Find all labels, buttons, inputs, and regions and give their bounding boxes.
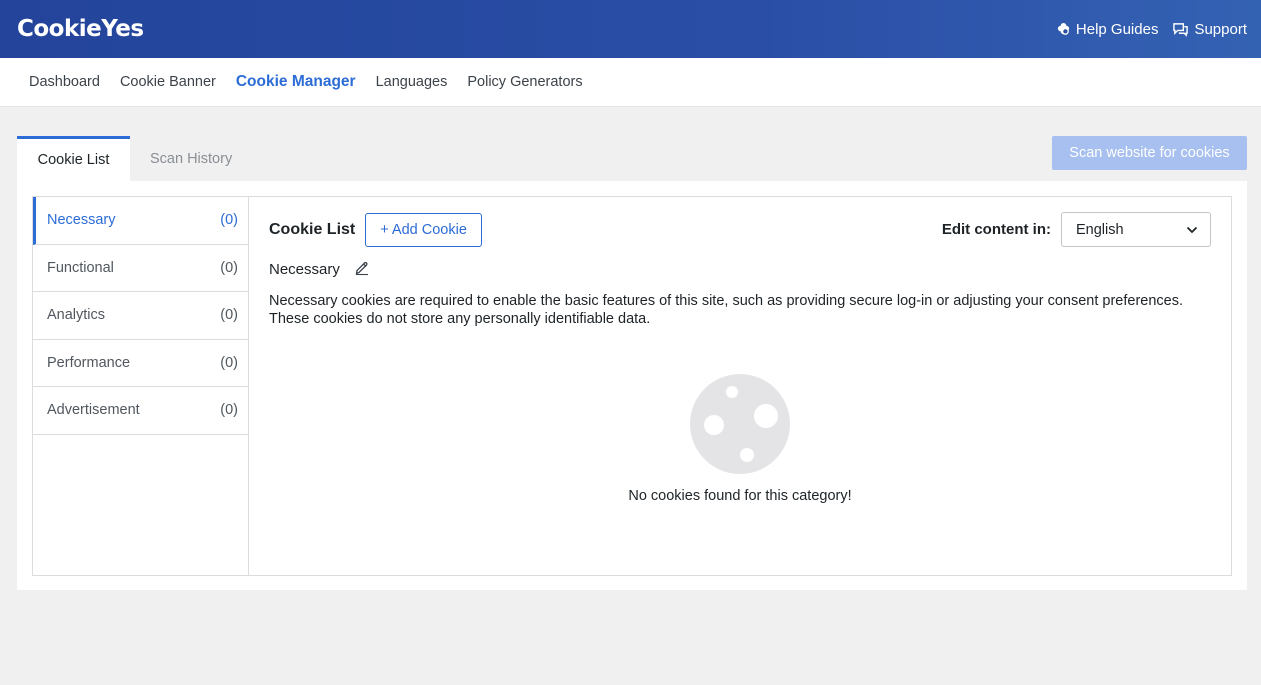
main-nav: Dashboard Cookie Banner Cookie Manager L… xyxy=(0,58,1261,107)
tab-scan-history[interactable]: Scan History xyxy=(130,136,252,181)
category-label: Necessary xyxy=(47,212,116,229)
add-cookie-button[interactable]: + Add Cookie xyxy=(365,212,482,247)
help-guides-icon xyxy=(1056,22,1071,37)
category-item-necessary[interactable]: Necessary (0) xyxy=(33,197,248,245)
cookie-manager-area: Cookie List Scan History Scan website fo… xyxy=(17,136,1247,590)
edit-content-language: Edit content in: English xyxy=(942,212,1211,247)
category-label: Analytics xyxy=(47,307,106,324)
category-item-analytics[interactable]: Analytics (0) xyxy=(33,292,248,340)
cookie-list-title: Cookie List xyxy=(269,220,356,238)
empty-state: No cookies found for this category! xyxy=(249,374,1231,504)
chevron-down-icon xyxy=(1186,222,1198,238)
nav-cookie-banner[interactable]: Cookie Banner xyxy=(120,74,216,90)
help-guides-link[interactable]: Help Guides xyxy=(1056,20,1159,38)
category-description: Necessary cookies are required to enable… xyxy=(269,293,1183,327)
top-header: CookieYes Help Guides Support xyxy=(0,0,1261,58)
category-count: (0) xyxy=(220,212,238,229)
cookie-list-box: Necessary (0) Functional (0) Analytics (… xyxy=(32,196,1232,576)
nav-dashboard[interactable]: Dashboard xyxy=(29,74,100,90)
category-item-functional[interactable]: Functional (0) xyxy=(33,245,248,292)
category-item-advertisement[interactable]: Advertisement (0) xyxy=(33,387,248,435)
cookie-placeholder-icon xyxy=(690,374,790,477)
tab-cookie-list[interactable]: Cookie List xyxy=(17,136,130,181)
language-select[interactable]: English xyxy=(1061,212,1211,247)
help-guides-label: Help Guides xyxy=(1075,20,1159,38)
category-heading: Necessary xyxy=(269,257,1211,281)
category-count: (0) xyxy=(220,354,238,371)
category-content: Cookie List + Add Cookie Edit content in… xyxy=(249,197,1231,575)
top-links: Help Guides Support xyxy=(1056,21,1247,38)
category-label: Performance xyxy=(47,354,131,371)
nav-languages[interactable]: Languages xyxy=(376,74,448,90)
scan-website-button[interactable]: Scan website for cookies xyxy=(1052,136,1247,170)
category-count: (0) xyxy=(220,259,238,276)
category-item-performance[interactable]: Performance (0) xyxy=(33,340,248,387)
category-label: Functional xyxy=(47,259,114,276)
category-sidebar: Necessary (0) Functional (0) Analytics (… xyxy=(33,197,249,575)
category-label: Advertisement xyxy=(47,402,140,419)
category-count: (0) xyxy=(220,402,238,419)
pencil-edit-icon[interactable] xyxy=(354,260,370,279)
cookie-list-panel: Necessary (0) Functional (0) Analytics (… xyxy=(17,181,1247,590)
empty-state-message: No cookies found for this category! xyxy=(628,488,852,504)
support-label: Support xyxy=(1194,20,1247,38)
nav-cookie-manager[interactable]: Cookie Manager xyxy=(236,73,356,91)
nav-policy-generators[interactable]: Policy Generators xyxy=(467,74,582,90)
edit-content-label: Edit content in: xyxy=(941,221,1051,238)
category-title: Necessary xyxy=(269,260,340,278)
cookieyes-logo[interactable]: CookieYes xyxy=(17,16,144,42)
chat-bubble-icon xyxy=(1172,22,1189,37)
language-value: English xyxy=(1076,221,1124,238)
support-link[interactable]: Support xyxy=(1172,21,1247,38)
category-count: (0) xyxy=(220,307,238,324)
